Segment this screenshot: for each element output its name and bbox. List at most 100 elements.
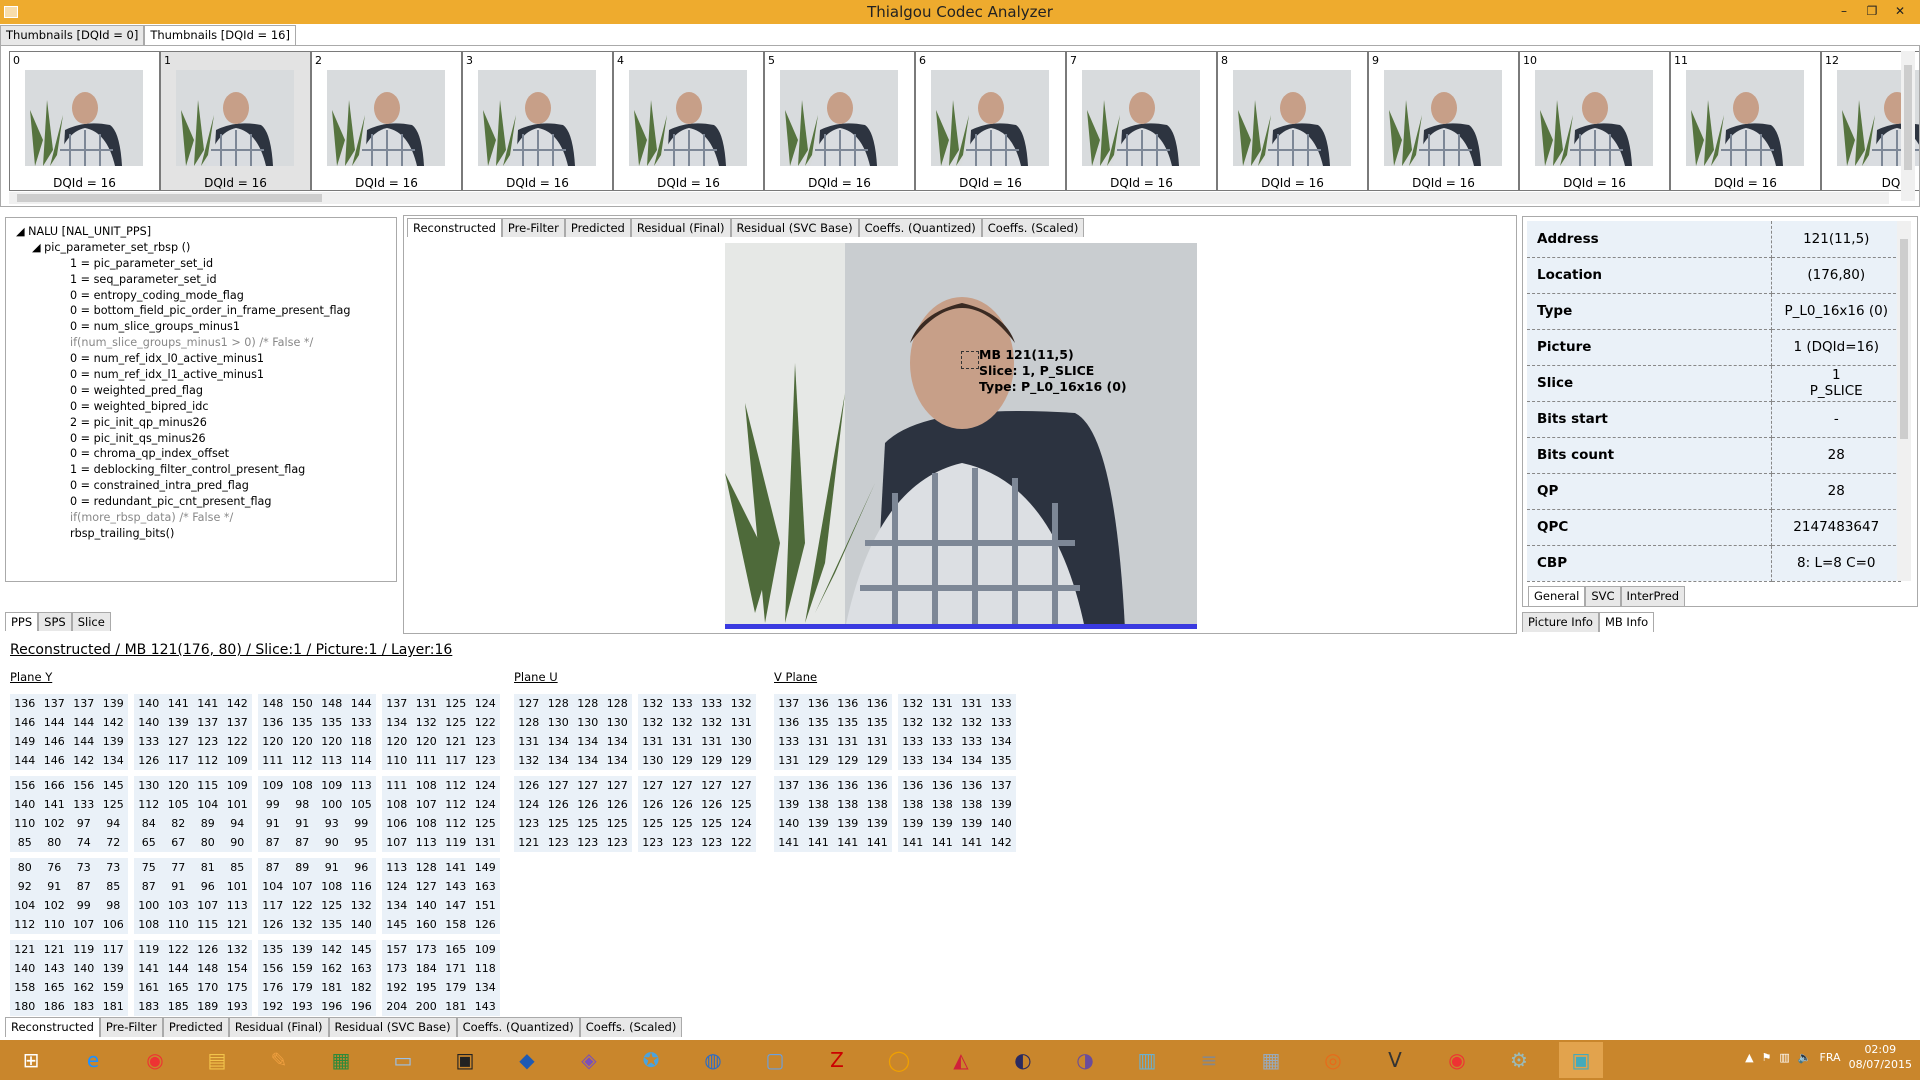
pixel-value: 181 [321, 981, 343, 994]
paint-icon[interactable]: ✎ [257, 1042, 301, 1078]
thumbnail-8[interactable]: 8 DQId = 16 [1217, 51, 1368, 191]
tray-network-icon[interactable]: ▥ [1779, 1051, 1789, 1064]
tray-arrow-icon[interactable]: ▲ [1745, 1051, 1753, 1064]
tab-coeffs-scaled[interactable]: Coeffs. (Scaled) [981, 218, 1085, 237]
chrome-icon[interactable]: ◉ [133, 1042, 177, 1078]
tree-node[interactable]: rbsp_trailing_bits() [12, 526, 390, 542]
tree-node[interactable]: 0 = weighted_pred_flag [12, 383, 390, 399]
tray-volume-icon[interactable]: 🔈 [1798, 1051, 1812, 1064]
network-app-icon[interactable]: ▦ [319, 1042, 363, 1078]
tree-node[interactable]: 0 = entropy_coding_mode_flag [12, 288, 390, 304]
app-purple-icon[interactable]: ◑ [1063, 1042, 1107, 1078]
app-building-icon[interactable]: ▥ [1125, 1042, 1169, 1078]
firefox-icon[interactable]: ◎ [1311, 1042, 1355, 1078]
eclipse-icon[interactable]: ◐ [1001, 1042, 1045, 1078]
thumbnail-1[interactable]: 1 DQId = 16 [160, 51, 311, 191]
calculator-icon[interactable]: ▦ [1249, 1042, 1293, 1078]
thumbnail-0[interactable]: 0 DQId = 16 [9, 51, 160, 191]
app-active-icon[interactable]: ▣ [1559, 1042, 1603, 1078]
thumbnail-9[interactable]: 9 DQId = 16 [1368, 51, 1519, 191]
bottom-tab-pre-filter[interactable]: Pre-Filter [99, 1017, 163, 1037]
app-tool-icon[interactable]: ⚙ [1497, 1042, 1541, 1078]
tab-coeffs-quantized[interactable]: Coeffs. (Quantized) [858, 218, 982, 237]
tab-pre-filter[interactable]: Pre-Filter [501, 218, 565, 237]
thumbnail-vertical-scrollbar[interactable] [1901, 51, 1915, 201]
app-circle-icon[interactable]: ◯ [877, 1042, 921, 1078]
tab-residual-final[interactable]: Residual (Final) [630, 218, 731, 237]
thumbnail-2[interactable]: 2 DQId = 16 [311, 51, 462, 191]
tree-node[interactable]: ◢ NALU [NAL_UNIT_PPS] [12, 224, 390, 240]
pixel-block: 119 122 126 132 141 144 148 154 161 165 170 175 183 1… [134, 940, 252, 1016]
thumbnail-4[interactable]: 4 DQId = 16 [613, 51, 764, 191]
tab-slice[interactable]: Slice [71, 612, 111, 631]
tree-node[interactable]: 0 = weighted_bipred_idc [12, 399, 390, 415]
thumbnail-7[interactable]: 7 DQId = 16 [1066, 51, 1217, 191]
app-window-icon[interactable]: ▢ [753, 1042, 797, 1078]
app-stack-icon[interactable]: ≡ [1187, 1042, 1231, 1078]
bottom-tab-reconstructed[interactable]: Reconstructed [5, 1017, 100, 1037]
tree-node[interactable]: ◢ pic_parameter_set_rbsp () [12, 240, 390, 256]
tree-node[interactable]: 0 = constrained_intra_pred_flag [12, 478, 390, 494]
thumbnail-5[interactable]: 5 DQId = 16 [764, 51, 915, 191]
app-blue-icon[interactable]: ◆ [505, 1042, 549, 1078]
tab-interpred[interactable]: InterPred [1620, 586, 1686, 606]
tab-thumbnails-dqid-0[interactable]: Thumbnails [DQId = 0] [0, 25, 145, 45]
tree-node[interactable]: 2 = pic_init_qp_minus26 [12, 415, 390, 431]
tree-node[interactable]: 0 = pic_init_qs_minus26 [12, 431, 390, 447]
tab-sps[interactable]: SPS [38, 612, 72, 631]
thumbnail-6[interactable]: 6 DQId = 16 [915, 51, 1066, 191]
tree-node[interactable]: if(num_slice_groups_minus1 > 0) /* False… [12, 335, 390, 351]
tree-node[interactable]: 0 = redundant_pic_cnt_present_flag [12, 494, 390, 510]
pixel-value: 173 [386, 962, 408, 975]
tree-node[interactable]: 0 = num_ref_idx_l0_active_minus1 [12, 351, 390, 367]
tab-mb-info[interactable]: MB Info [1598, 612, 1655, 632]
chrome-2-icon[interactable]: ◉ [1435, 1042, 1479, 1078]
thumbnail-11[interactable]: 11 DQId = 16 [1670, 51, 1821, 191]
cmd-icon[interactable]: ▣ [443, 1042, 487, 1078]
tray-flag-icon[interactable]: ⚑ [1762, 1051, 1772, 1064]
thumbnail-horizontal-scrollbar[interactable] [9, 192, 1889, 204]
notepad-icon[interactable]: ▭ [381, 1042, 425, 1078]
tree-node[interactable]: 1 = seq_parameter_set_id [12, 272, 390, 288]
tree-node[interactable]: 0 = bottom_field_pic_order_in_frame_pres… [12, 303, 390, 319]
tree-node[interactable]: 0 = num_ref_idx_l1_active_minus1 [12, 367, 390, 383]
thumbnail-10[interactable]: 10 DQId = 16 [1519, 51, 1670, 191]
clock[interactable]: 02:09 08/07/2015 [1849, 1042, 1912, 1072]
bottom-tab-coeffs-quantized[interactable]: Coeffs. (Quantized) [456, 1017, 580, 1037]
bottom-tab-predicted[interactable]: Predicted [162, 1017, 229, 1037]
tree-node[interactable]: 1 = pic_parameter_set_id [12, 256, 390, 272]
tree-node[interactable]: 1 = deblocking_filter_control_present_fl… [12, 462, 390, 478]
tree-node[interactable]: 0 = chroma_qp_index_offset [12, 446, 390, 462]
thunderbird-icon[interactable]: ◍ [691, 1042, 735, 1078]
thumbnail-3[interactable]: 3 DQId = 16 [462, 51, 613, 191]
bottom-tab-residual-svc-base[interactable]: Residual (SVC Base) [328, 1017, 457, 1037]
app-red-icon[interactable]: ◭ [939, 1042, 983, 1078]
tab-picture-info[interactable]: Picture Info [1522, 612, 1599, 632]
video-frame[interactable]: MB 121(11,5) Slice: 1, P_SLICE Type: P_L… [725, 243, 1197, 629]
minimize-button[interactable]: – [1830, 1, 1858, 21]
pixel-value: 87 [265, 861, 280, 874]
filezilla-icon[interactable]: Z [815, 1042, 859, 1078]
mb-info-scrollbar[interactable] [1897, 221, 1911, 581]
tab-reconstructed[interactable]: Reconstructed [407, 218, 502, 237]
restore-button[interactable]: ❐ [1858, 1, 1886, 21]
bottom-tab-residual-final[interactable]: Residual (Final) [228, 1017, 329, 1037]
file-explorer-icon[interactable]: ▤ [195, 1042, 239, 1078]
tab-predicted[interactable]: Predicted [564, 218, 631, 237]
visual-studio-icon[interactable]: ◈ [567, 1042, 611, 1078]
vnc-icon[interactable]: V [1373, 1042, 1417, 1078]
tree-node[interactable]: 0 = num_slice_groups_minus1 [12, 319, 390, 335]
tray-language[interactable]: FRA [1820, 1051, 1841, 1064]
tree-node[interactable]: if(more_rbsp_data) /* False */ [12, 510, 390, 526]
windows-start-icon[interactable]: ⊞ [9, 1042, 53, 1078]
bottom-tab-coeffs-scaled[interactable]: Coeffs. (Scaled) [579, 1017, 683, 1037]
tab-pps[interactable]: PPS [5, 612, 39, 631]
tab-general[interactable]: General [1528, 586, 1586, 606]
tab-residual-svc-base[interactable]: Residual (SVC Base) [730, 218, 859, 237]
tab-svc[interactable]: SVC [1585, 586, 1621, 606]
safari-icon[interactable]: ✪ [629, 1042, 673, 1078]
close-button[interactable]: ✕ [1886, 1, 1914, 21]
internet-explorer-icon[interactable]: e [71, 1042, 115, 1078]
pixel-value: 192 [386, 981, 408, 994]
tab-thumbnails-dqid-16[interactable]: Thumbnails [DQId = 16] [144, 25, 296, 45]
